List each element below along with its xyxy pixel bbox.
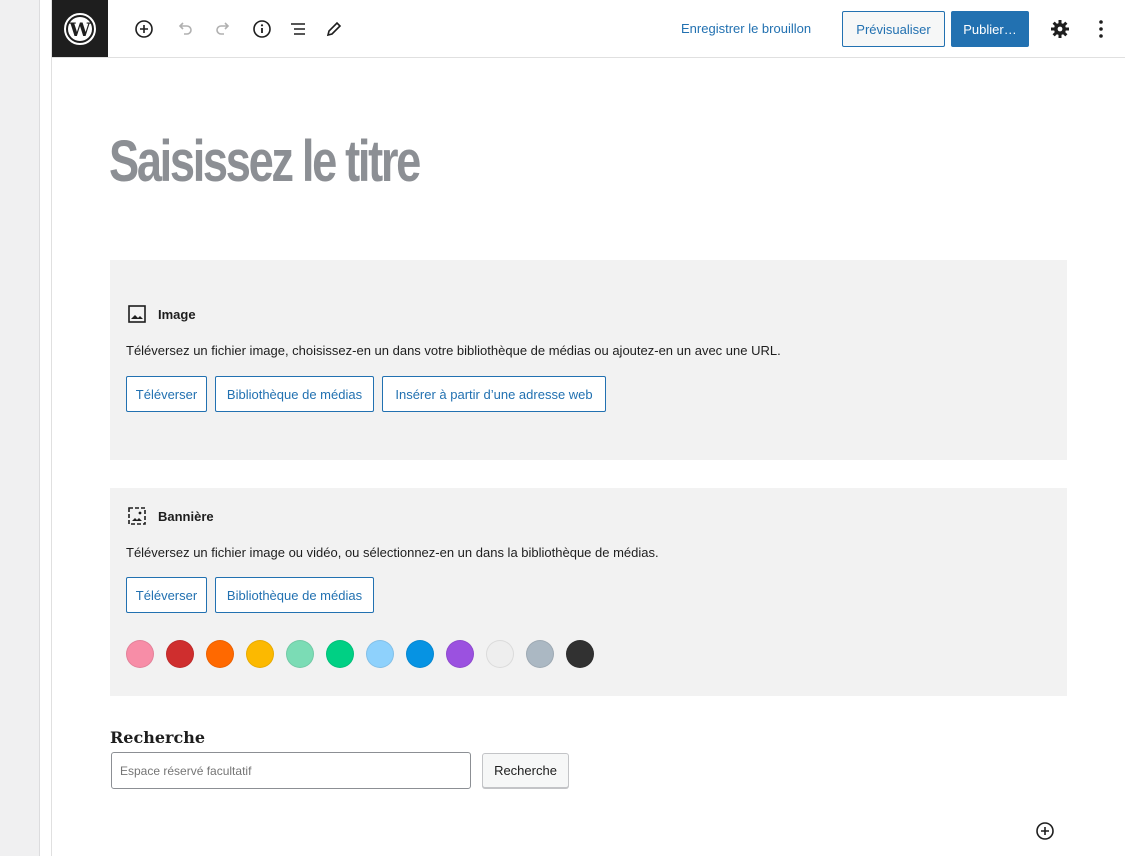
preview-button[interactable]: Prévisualiser bbox=[842, 11, 945, 47]
banner-block-title: Bannière bbox=[158, 508, 214, 524]
image-upload-button[interactable]: Téléverser bbox=[126, 376, 207, 412]
color-swatch[interactable] bbox=[126, 640, 154, 668]
search-block-label: Recherche bbox=[110, 728, 206, 747]
more-options-icon[interactable] bbox=[1089, 17, 1113, 41]
image-media-library-button[interactable]: Bibliothèque de médias bbox=[215, 376, 374, 412]
admin-sidebar-edge bbox=[0, 0, 40, 856]
search-input[interactable]: Espace réservé facultatif bbox=[111, 752, 471, 789]
search-button[interactable]: Recherche bbox=[482, 753, 569, 788]
color-swatch[interactable] bbox=[246, 640, 274, 668]
banner-upload-button[interactable]: Téléverser bbox=[126, 577, 207, 613]
image-block-label: Image bbox=[126, 303, 196, 325]
post-title-input[interactable]: Saisissez le titre bbox=[109, 128, 421, 195]
block-editor: W Enregistrer le brouillon Prévisualiser… bbox=[51, 0, 1125, 856]
banner-block-description: Téléversez un fichier image ou vidéo, ou… bbox=[126, 545, 659, 560]
color-swatch[interactable] bbox=[206, 640, 234, 668]
banner-block[interactable]: Bannière Téléversez un fichier image ou … bbox=[110, 488, 1067, 696]
svg-text:W: W bbox=[68, 19, 91, 41]
banner-media-library-button[interactable]: Bibliothèque de médias bbox=[215, 577, 374, 613]
publish-button[interactable]: Publier… bbox=[951, 11, 1029, 47]
save-draft-link[interactable]: Enregistrer le brouillon bbox=[681, 21, 811, 36]
add-block-icon[interactable] bbox=[132, 17, 156, 41]
color-swatch[interactable] bbox=[326, 640, 354, 668]
redo-icon[interactable] bbox=[212, 17, 236, 41]
image-block-title: Image bbox=[158, 306, 196, 322]
color-swatch[interactable] bbox=[566, 640, 594, 668]
image-block-description: Téléversez un fichier image, choisissez-… bbox=[126, 343, 781, 358]
banner-icon bbox=[128, 507, 146, 525]
wordpress-logo-icon[interactable]: W bbox=[52, 0, 108, 57]
editor-toolbar: W Enregistrer le brouillon Prévisualiser… bbox=[52, 0, 1125, 58]
info-icon[interactable] bbox=[250, 17, 274, 41]
image-block[interactable]: Image Téléversez un fichier image, chois… bbox=[110, 260, 1067, 460]
search-input-placeholder: Espace réservé facultatif bbox=[120, 763, 252, 778]
color-swatch[interactable] bbox=[286, 640, 314, 668]
color-swatch[interactable] bbox=[486, 640, 514, 668]
add-block-bottom-icon[interactable] bbox=[1034, 820, 1056, 842]
image-icon bbox=[128, 305, 146, 323]
undo-icon[interactable] bbox=[172, 17, 196, 41]
color-swatch[interactable] bbox=[526, 640, 554, 668]
color-swatch[interactable] bbox=[446, 640, 474, 668]
list-view-icon[interactable] bbox=[286, 17, 310, 41]
settings-icon[interactable] bbox=[1048, 17, 1072, 41]
edit-tool-icon[interactable] bbox=[322, 17, 346, 41]
banner-block-label: Bannière bbox=[126, 505, 214, 527]
color-swatch[interactable] bbox=[366, 640, 394, 668]
image-insert-url-button[interactable]: Insérer à partir d’une adresse web bbox=[382, 376, 606, 412]
color-swatch[interactable] bbox=[166, 640, 194, 668]
color-swatch[interactable] bbox=[406, 640, 434, 668]
